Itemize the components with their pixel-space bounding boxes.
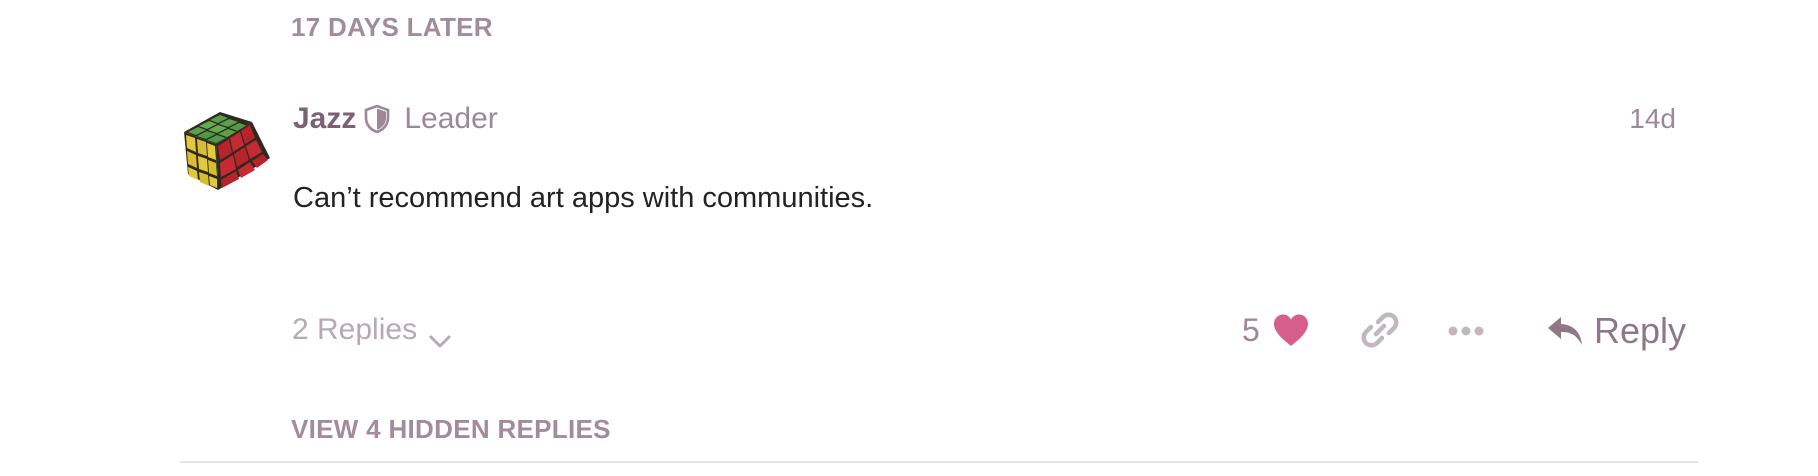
avatar[interactable] — [178, 100, 274, 196]
author-row: Jazz Leader — [293, 99, 498, 139]
reply-label: Reply — [1594, 310, 1687, 351]
more-options-button[interactable] — [1446, 316, 1486, 346]
time-gap-label: 17 DAYS LATER — [291, 12, 493, 42]
rubiks-cube-avatar-icon — [184, 112, 270, 190]
user-title: Leader — [404, 102, 498, 135]
author-name[interactable]: Jazz — [293, 102, 356, 136]
replies-label: 2 Replies — [292, 313, 418, 346]
post-body: Can’t recommend art apps with communitie… — [293, 182, 874, 214]
post-date[interactable]: 14d — [1629, 99, 1676, 139]
heart-icon — [1273, 314, 1308, 346]
like-count: 5 — [1242, 311, 1260, 348]
like-button[interactable]: 5 — [1242, 306, 1310, 354]
link-icon — [1361, 312, 1399, 348]
view-hidden-replies-link[interactable]: VIEW 4 HIDDEN REPLIES — [291, 412, 611, 446]
chevron-down-icon — [429, 323, 451, 348]
replies-toggle-button[interactable]: 2 Replies — [292, 308, 451, 352]
reply-button[interactable]: Reply — [1546, 306, 1686, 356]
copy-link-button[interactable] — [1358, 308, 1402, 352]
post-divider — [180, 461, 1698, 463]
more-icon — [1448, 326, 1484, 336]
reply-arrow-icon — [1548, 317, 1582, 345]
shield-icon — [364, 104, 390, 134]
